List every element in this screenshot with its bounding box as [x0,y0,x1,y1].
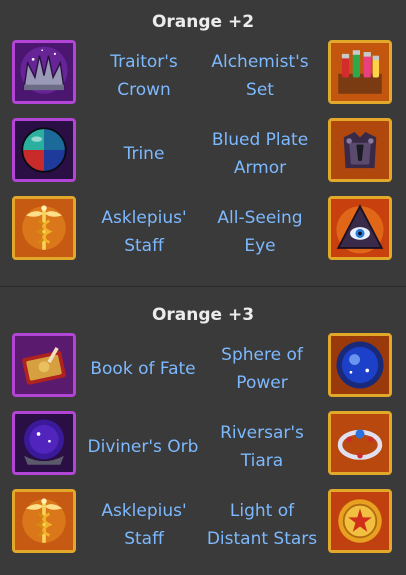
item-row: Traitor's Crown Alchemist's Set [0,40,406,110]
potion-set-icon[interactable] [328,40,392,104]
item-name-trine: Trine [84,140,204,168]
item-name-book-of-fate: Book of Fate [82,355,204,383]
label-line: All-Seeing [217,208,303,228]
orb-icon[interactable] [12,118,76,182]
label-line: Staff [124,236,164,256]
sphere-icon[interactable] [328,333,392,397]
item-row: Asklepius' Staff Light of Distant Stars [0,489,406,559]
book-icon[interactable] [12,333,76,397]
label-line: Diviner's Orb [87,437,199,457]
caduceus-icon[interactable] [12,489,76,553]
item-name-all-seeing-eye: All-Seeing Eye [200,204,320,260]
label-line: Book of Fate [90,359,196,379]
caduceus-icon[interactable] [12,196,76,260]
item-name-blued-plate-armor: Blued Plate Armor [200,126,320,182]
label-line: Power [236,373,288,393]
label-line: Asklepius' [101,208,187,228]
label-line: Armor [233,158,287,178]
label-line: Traitor's [110,52,178,72]
item-name-alchemists-set: Alchemist's Set [200,48,320,104]
item-row: Asklepius' Staff All-Seeing Eye [0,196,406,266]
label-line: Crown [117,80,171,100]
label-line: Set [246,80,274,100]
label-line: Light of [229,501,295,521]
item-row: Book of Fate Sphere of Power [0,333,406,403]
label-line: Trine [123,144,165,164]
item-name-riversars-tiara: Riversar's Tiara [200,419,324,475]
label-line: Sphere of [221,345,303,365]
item-row: Trine Blued Plate Armor [0,118,406,188]
section-title: Orange +3 [151,305,255,325]
label-line: Blued Plate [211,130,309,150]
item-name-sphere-of-power: Sphere of Power [200,341,324,397]
section-orange-plus-3: Orange +3 Book of Fate Sphere of Power D… [0,287,406,575]
label-line: Distant Stars [206,529,318,549]
label-line: Alchemist's [211,52,309,72]
label-line: Staff [124,529,164,549]
section-orange-plus-2: Orange +2 Traitor's Crown Alchemist's Se… [0,0,406,286]
crown-icon[interactable] [12,40,76,104]
tiara-icon[interactable] [328,411,392,475]
label-line: Tiara [240,451,284,471]
label-line: Eye [244,236,276,256]
item-row: Diviner's Orb Riversar's Tiara [0,411,406,481]
item-name-asklepius-staff: Asklepius' Staff [84,204,204,260]
item-name-traitors-crown: Traitor's Crown [84,48,204,104]
label-line: Asklepius' [101,501,187,521]
label-line: Riversar's [220,423,304,443]
coin-star-icon[interactable] [328,489,392,553]
section-title: Orange +2 [151,12,255,32]
orb-icon[interactable] [12,411,76,475]
armor-icon[interactable] [328,118,392,182]
pyramid-eye-icon[interactable] [328,196,392,260]
item-name-light-of-distant-stars: Light of Distant Stars [200,497,324,553]
item-name-asklepius-staff: Asklepius' Staff [84,497,204,553]
item-name-diviners-orb: Diviner's Orb [82,433,204,461]
